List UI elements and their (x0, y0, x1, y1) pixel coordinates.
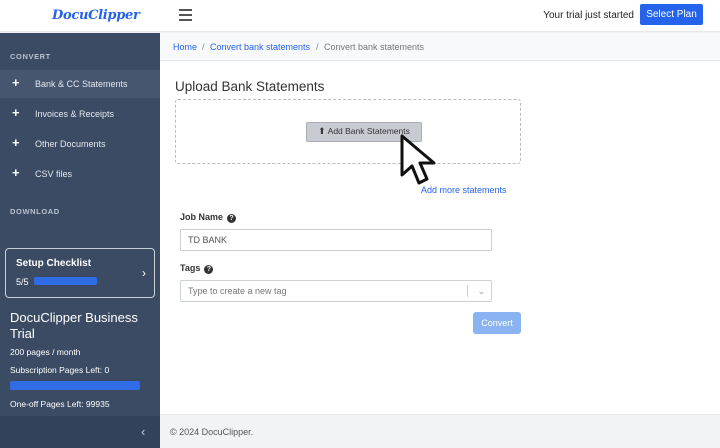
help-icon[interactable]: ? (204, 265, 214, 274)
download-heading: DOWNLOAD (10, 207, 60, 216)
footer: © 2024 DocuClipper. (160, 414, 720, 448)
breadcrumb-current: Convert bank statements (324, 42, 425, 52)
main-panel: Upload Bank Statements ⬆ Add Bank Stateme… (160, 61, 720, 414)
breadcrumb-convert-bank-statements[interactable]: Convert bank statements (210, 42, 310, 52)
plus-icon: + (12, 165, 20, 180)
select-plan-button[interactable]: Select Plan (640, 4, 703, 25)
breadcrumb-separator: / (202, 42, 205, 52)
mouse-pointer-icon (400, 134, 436, 185)
subscription-pages-left: Subscription Pages Left: 0 (10, 365, 110, 375)
chevron-down-icon[interactable]: ⌄ (477, 281, 485, 301)
logo[interactable]: DocuClipper (52, 8, 140, 23)
sidebar-item-bank-cc-statements[interactable]: + Bank & CC Statements (0, 70, 160, 98)
trial-status-text: Your trial just started (543, 10, 634, 21)
setup-checklist-progress-bar (34, 277, 97, 285)
plus-icon: + (12, 135, 20, 150)
page-title: Upload Bank Statements (175, 79, 325, 94)
hamburger-menu-icon[interactable] (179, 9, 192, 21)
job-name-label: Job Name? (180, 212, 237, 223)
footer-copyright: © 2024 DocuClipper. (170, 427, 254, 437)
tags-label: Tags? (180, 263, 214, 274)
setup-checklist-count: 5/5 (16, 277, 29, 287)
upload-icon: ⬆ (318, 126, 326, 136)
sidebar-item-label: Other Documents (35, 139, 106, 149)
upload-dropzone[interactable]: ⬆ Add Bank Statements (175, 99, 521, 164)
convert-heading: CONVERT (10, 52, 51, 61)
breadcrumb: Home / Convert bank statements / Convert… (160, 33, 720, 61)
breadcrumb-home[interactable]: Home (173, 42, 197, 52)
subscription-progress-bar (10, 381, 140, 390)
chevron-right-icon: › (142, 266, 146, 280)
plus-icon: + (12, 105, 20, 120)
chevron-left-icon[interactable]: ‹ (141, 424, 145, 439)
divider (467, 285, 468, 297)
sidebar-item-csv-files[interactable]: + CSV files (0, 160, 160, 188)
breadcrumb-separator: / (316, 42, 319, 52)
sidebar: CONVERT + Bank & CC Statements + Invoice… (0, 33, 160, 448)
top-bar: DocuClipper Your trial just started Sele… (0, 0, 720, 32)
tags-placeholder: Type to create a new tag (188, 286, 287, 296)
sidebar-item-other-documents[interactable]: + Other Documents (0, 130, 160, 158)
job-name-input[interactable]: TD BANK (180, 229, 492, 251)
convert-button[interactable]: Convert (473, 312, 521, 334)
sidebar-collapse-bar: ‹ (0, 416, 160, 448)
sidebar-item-label: Bank & CC Statements (35, 79, 128, 89)
oneoff-pages-left: One-off Pages Left: 99935 (10, 399, 110, 409)
setup-checklist-card[interactable]: Setup Checklist 5/5 › (5, 248, 155, 298)
plus-icon: + (12, 75, 20, 90)
sidebar-item-label: Invoices & Receipts (35, 109, 115, 119)
pages-per-month: 200 pages / month (10, 347, 81, 357)
plan-title: DocuClipper Business Trial (10, 310, 138, 341)
help-icon[interactable]: ? (227, 214, 237, 223)
sidebar-item-invoices-receipts[interactable]: + Invoices & Receipts (0, 100, 160, 128)
tags-input[interactable]: Type to create a new tag ⌄ (180, 280, 492, 302)
setup-checklist-title: Setup Checklist (16, 258, 92, 269)
sidebar-item-label: CSV files (35, 169, 73, 179)
